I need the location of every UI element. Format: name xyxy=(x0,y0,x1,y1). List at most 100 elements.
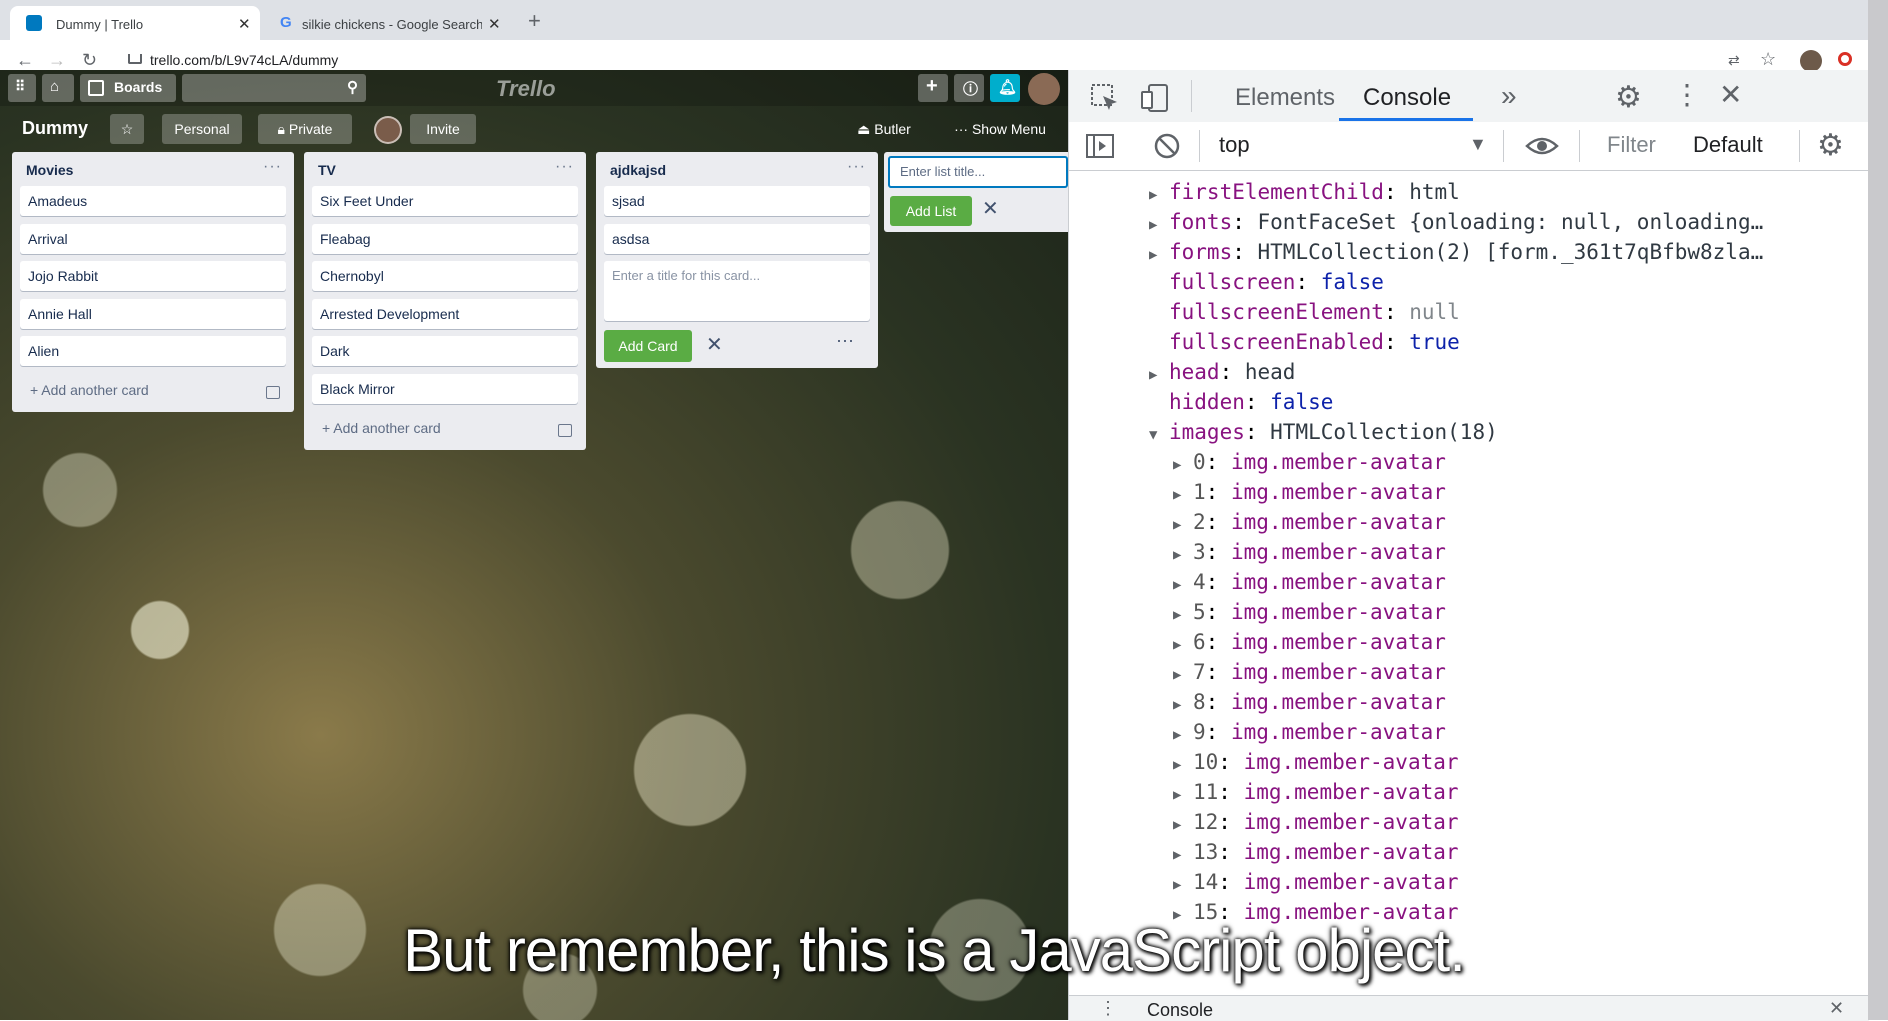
image-item-row[interactable]: ▶ 2: img.member-avatar xyxy=(1173,510,1446,534)
invite-button[interactable]: Invite xyxy=(410,114,476,144)
expand-triangle-icon[interactable]: ▶ xyxy=(1173,697,1193,713)
expand-triangle-icon[interactable]: ▶ xyxy=(1173,577,1193,593)
image-item-row[interactable]: ▶ 1: img.member-avatar xyxy=(1173,480,1446,504)
image-item-row[interactable]: ▶ 0: img.member-avatar xyxy=(1173,450,1446,474)
tab-console[interactable]: Console xyxy=(1363,84,1451,112)
show-sidebar-icon[interactable] xyxy=(1085,132,1115,160)
device-toolbar-icon[interactable] xyxy=(1139,82,1171,114)
add-list-button[interactable]: Add List xyxy=(890,196,972,226)
expand-triangle-icon[interactable]: ▶ xyxy=(1173,667,1193,683)
tab-close-icon[interactable]: ✕ xyxy=(488,15,501,33)
expand-triangle-icon[interactable]: ▶ xyxy=(1149,247,1169,263)
expand-triangle-icon[interactable]: ▶ xyxy=(1173,817,1193,833)
filter-input[interactable]: Filter xyxy=(1607,132,1656,158)
expand-triangle-icon[interactable]: ▶ xyxy=(1149,367,1169,383)
expand-triangle-icon[interactable]: ▶ xyxy=(1173,457,1193,473)
forward-icon[interactable]: → xyxy=(48,50,66,71)
settings-gear-icon[interactable]: ⚙ xyxy=(1615,80,1642,115)
boards-button[interactable]: Boards xyxy=(80,74,176,102)
card-composer-input[interactable]: Enter a title for this card... xyxy=(604,261,870,321)
console-property-row[interactable]: ▼ images: HTMLCollection(18) xyxy=(1149,420,1498,444)
show-menu-button[interactable]: ··· Show Menu xyxy=(938,114,1062,144)
list-title[interactable]: Movies xyxy=(26,162,73,178)
apps-grid-icon[interactable]: ⠿ xyxy=(8,74,36,102)
board-member-avatar[interactable] xyxy=(374,116,402,144)
trello-search-input[interactable]: ⚲ xyxy=(182,74,366,102)
card[interactable]: Chernobyl xyxy=(312,261,578,291)
image-item-row[interactable]: ▶ 3: img.member-avatar xyxy=(1173,540,1446,564)
list-title-input[interactable]: Enter list title... xyxy=(888,156,1068,188)
console-settings-gear-icon[interactable]: ⚙ xyxy=(1817,128,1844,163)
image-item-row[interactable]: ▶ 11: img.member-avatar xyxy=(1173,780,1459,804)
translate-icon[interactable]: ⇄ xyxy=(1728,52,1740,69)
butler-button[interactable]: ⏏ Butler xyxy=(842,114,926,144)
expand-triangle-icon[interactable]: ▶ xyxy=(1173,757,1193,773)
add-card-link[interactable]: + Add another card xyxy=(30,382,149,398)
star-board-icon[interactable]: ☆ xyxy=(110,114,144,144)
expand-triangle-icon[interactable]: ▶ xyxy=(1173,727,1193,743)
card[interactable]: Dark xyxy=(312,336,578,366)
add-card-link[interactable]: + Add another card xyxy=(322,420,441,436)
tab-trello[interactable]: Dummy | Trello ✕ xyxy=(10,6,260,40)
context-selector[interactable]: top xyxy=(1219,132,1250,158)
console-property-row[interactable]: ▶ forms: HTMLCollection(2) [form._361t7qB… xyxy=(1149,240,1763,264)
card[interactable]: asdsa xyxy=(604,224,870,254)
card[interactable]: Alien xyxy=(20,336,286,366)
reload-icon[interactable]: ↻ xyxy=(82,50,97,71)
card[interactable]: sjsad xyxy=(604,186,870,216)
image-item-row[interactable]: ▶ 8: img.member-avatar xyxy=(1173,690,1446,714)
card[interactable]: Amadeus xyxy=(20,186,286,216)
image-item-row[interactable]: ▶ 6: img.member-avatar xyxy=(1173,630,1446,654)
card[interactable]: Arrival xyxy=(20,224,286,254)
composer-more-icon[interactable]: ··· xyxy=(836,330,854,351)
live-expression-eye-icon[interactable] xyxy=(1525,134,1559,158)
card[interactable]: Fleabag xyxy=(312,224,578,254)
image-item-row[interactable]: ▶ 14: img.member-avatar xyxy=(1173,870,1459,894)
card-template-icon[interactable] xyxy=(558,424,572,437)
list-menu-icon[interactable]: ··· xyxy=(847,158,866,176)
expand-triangle-icon[interactable]: ▶ xyxy=(1173,517,1193,533)
new-tab-icon[interactable]: + xyxy=(528,8,541,34)
expand-triangle-icon[interactable]: ▶ xyxy=(1173,637,1193,653)
card[interactable]: Six Feet Under xyxy=(312,186,578,216)
collapse-triangle-icon[interactable]: ▼ xyxy=(1149,427,1169,443)
member-avatar[interactable] xyxy=(1028,73,1060,105)
url-field[interactable]: trello.com/b/L9v74cLA/dummy xyxy=(150,52,338,68)
expand-triangle-icon[interactable]: ▶ xyxy=(1149,217,1169,233)
tab-google-search[interactable]: G silkie chickens - Google Search ✕ xyxy=(266,6,516,40)
log-levels-dropdown[interactable]: Default xyxy=(1693,132,1763,158)
back-icon[interactable]: ← xyxy=(16,50,34,71)
drawer-menu-icon[interactable]: ⋮ xyxy=(1099,998,1117,1019)
personal-button[interactable]: Personal xyxy=(162,114,242,144)
context-dropdown-icon[interactable]: ▼ xyxy=(1469,134,1487,155)
list-title[interactable]: ajdkajsd xyxy=(610,162,666,178)
expand-triangle-icon[interactable]: ▶ xyxy=(1173,607,1193,623)
card[interactable]: Arrested Development xyxy=(312,299,578,329)
add-card-button[interactable]: Add Card xyxy=(604,330,692,362)
image-item-row[interactable]: ▶ 10: img.member-avatar xyxy=(1173,750,1459,774)
list-menu-icon[interactable]: ··· xyxy=(555,158,574,176)
drawer-console-tab[interactable]: Console xyxy=(1147,1000,1213,1021)
image-item-row[interactable]: ▶ 12: img.member-avatar xyxy=(1173,810,1459,834)
card-template-icon[interactable] xyxy=(266,386,280,399)
list-menu-icon[interactable]: ··· xyxy=(263,158,282,176)
expand-triangle-icon[interactable]: ▶ xyxy=(1173,787,1193,803)
info-icon[interactable]: ⓘ xyxy=(954,74,984,102)
tab-elements[interactable]: Elements xyxy=(1235,84,1335,112)
image-item-row[interactable]: ▶ 7: img.member-avatar xyxy=(1173,660,1446,684)
console-property-row[interactable]: ▶ head: head xyxy=(1149,360,1295,384)
create-plus-icon[interactable]: + xyxy=(918,74,948,102)
extension-icon[interactable] xyxy=(1838,52,1852,66)
card[interactable]: Black Mirror xyxy=(312,374,578,404)
inspect-element-icon[interactable] xyxy=(1089,82,1121,114)
expand-triangle-icon[interactable]: ▶ xyxy=(1173,547,1193,563)
close-drawer-icon[interactable]: ✕ xyxy=(1829,998,1844,1019)
expand-triangle-icon[interactable]: ▶ xyxy=(1173,487,1193,503)
close-composer-icon[interactable]: ✕ xyxy=(706,332,723,357)
image-item-row[interactable]: ▶ 5: img.member-avatar xyxy=(1173,600,1446,624)
image-item-row[interactable]: ▶ 9: img.member-avatar xyxy=(1173,720,1446,744)
notifications-bell-icon[interactable]: 🔔︎ xyxy=(990,74,1020,102)
private-button[interactable]: 🔒︎ Private xyxy=(258,114,352,144)
expand-triangle-icon[interactable]: ▶ xyxy=(1149,187,1169,203)
close-devtools-icon[interactable]: ✕ xyxy=(1719,78,1742,111)
